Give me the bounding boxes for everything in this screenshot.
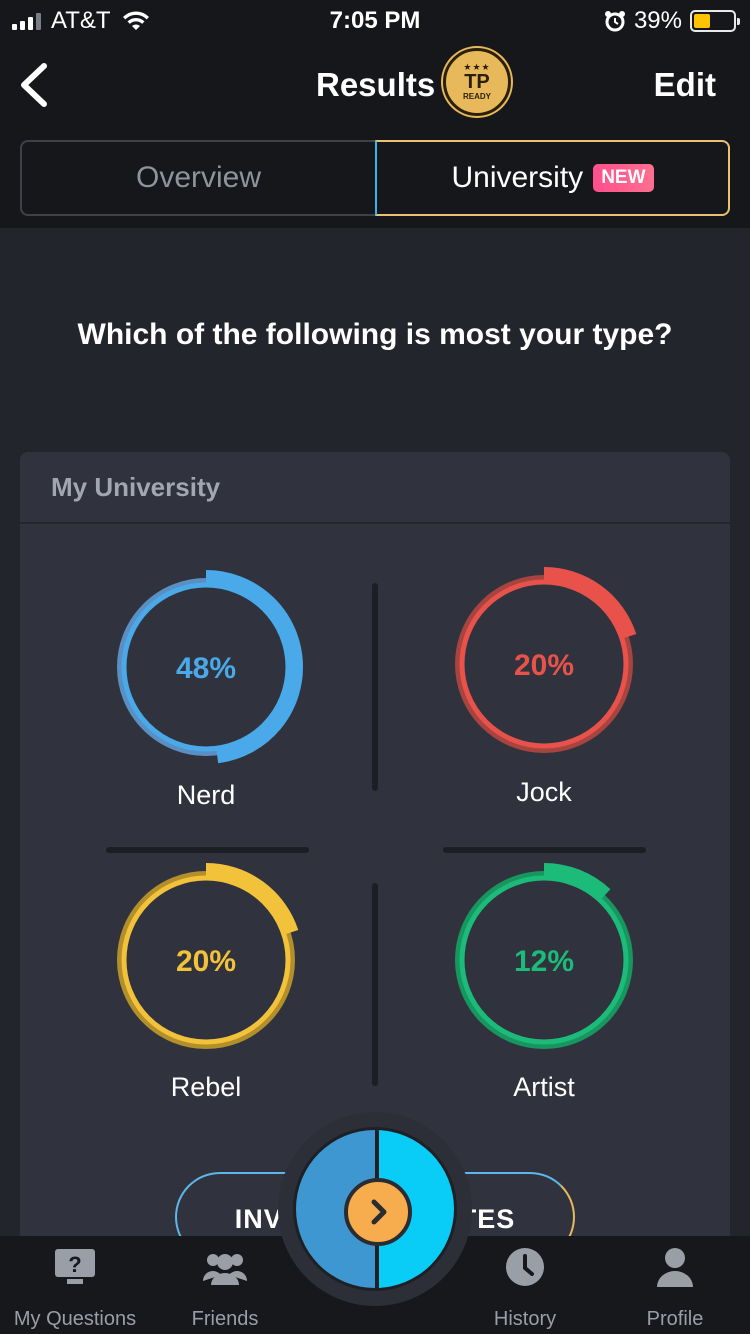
result-percent: 48% [176, 652, 236, 685]
divider-vertical-bottom [372, 883, 378, 1086]
back-chevron-icon[interactable] [14, 60, 54, 110]
result-label-artist: Artist [513, 1072, 575, 1102]
result-ring-nerd: 48% [117, 570, 303, 764]
tab-history-label: History [493, 1308, 557, 1330]
result-ring-artist: 12% [455, 863, 633, 1049]
tab-profile[interactable]: Profile [600, 1236, 750, 1334]
tab-friends-label: Friends [191, 1308, 259, 1330]
segmented-tabs: Overview University NEW [20, 140, 730, 216]
ring-progress-arc [543, 863, 611, 902]
result-percent: 12% [514, 945, 574, 978]
new-badge: NEW [593, 164, 654, 192]
result-ring-rebel: 20% [117, 863, 299, 1049]
battery-icon [690, 10, 740, 32]
result-percent: 20% [176, 945, 236, 978]
edit-button[interactable]: Edit [654, 66, 716, 104]
question-icon: ? [55, 1249, 95, 1284]
header-area: AT&T 7:05 PM 39% Results ★★★ TP READY Ed… [0, 0, 750, 228]
badge-sub: READY [462, 92, 491, 101]
result-percent: 20% [514, 649, 574, 682]
tab-university-label: University [451, 161, 584, 194]
chevron-right-icon [344, 1178, 412, 1246]
tab-university[interactable]: University NEW [375, 140, 730, 216]
question-text: Which of the following is most your type… [77, 318, 673, 351]
tab-overview[interactable]: Overview [20, 140, 375, 216]
result-ring-jock: 20% [455, 567, 637, 753]
result-label-jock: Jock [516, 777, 572, 807]
card-title: My University [20, 452, 730, 524]
clock-icon [506, 1248, 544, 1286]
divider-vertical-top [372, 583, 378, 791]
divider-horizontal-right [443, 847, 646, 853]
tab-overview-label: Overview [135, 161, 262, 194]
tab-friends[interactable]: Friends [150, 1236, 300, 1334]
battery-percent: 39% [633, 7, 682, 34]
page-title: Results [316, 66, 436, 103]
divider-horizontal-left [106, 847, 309, 853]
tab-my-questions[interactable]: ? My Questions [0, 1236, 150, 1334]
result-label-rebel: Rebel [170, 1072, 242, 1102]
nav-bar: Results ★★★ TP READY Edit [0, 48, 750, 124]
alarm-icon [604, 11, 625, 32]
badge-main: TP [464, 71, 490, 93]
result-label-nerd: Nerd [176, 780, 236, 810]
tab-history[interactable]: History [450, 1236, 600, 1334]
status-right: 39% [604, 7, 740, 35]
svg-text:?: ? [68, 1252, 81, 1277]
next-question-button[interactable] [293, 1127, 457, 1291]
profile-icon [657, 1248, 693, 1287]
status-bar: AT&T 7:05 PM 39% [0, 0, 750, 40]
friends-icon [203, 1254, 247, 1285]
tab-my-questions-label: My Questions [13, 1308, 137, 1330]
tp-ready-badge[interactable]: ★★★ TP READY [443, 48, 511, 116]
tab-profile-label: Profile [646, 1308, 704, 1330]
